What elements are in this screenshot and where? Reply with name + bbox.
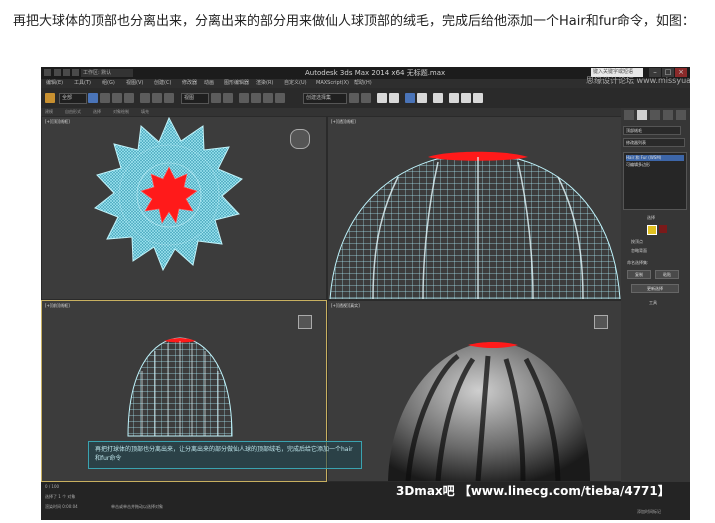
viewport-top[interactable]: [+][顶][线框] [41,116,327,300]
modify-tab-icon[interactable] [637,110,647,120]
reference-coord-dropdown[interactable]: 视图 [181,93,209,104]
snap-icon[interactable] [239,93,249,103]
selection-filter-dropdown[interactable]: 全部 [59,93,87,104]
menu-item[interactable]: 创建(C) [154,79,171,88]
viewport-perspective-realistic[interactable]: [+][透视][真实] [327,300,623,482]
workspace-dropdown[interactable]: 工作区: 默认 [81,69,133,77]
ribbon-tab[interactable]: 建模 [45,108,53,116]
render-time: 渲染时间 0:00:04 [45,504,78,509]
copy-button[interactable]: 复制 [627,270,651,279]
select-object-icon[interactable] [88,93,98,103]
rect-selection-icon[interactable] [112,93,122,103]
viewcube-icon[interactable] [298,315,312,329]
move-icon[interactable] [140,93,150,103]
brand-watermark: 3Dmax吧 【www.linecg.com/tieba/4771】 [396,484,670,498]
utilities-tab-icon[interactable] [676,110,686,120]
cactus-dome-wire [329,151,621,299]
menu-item[interactable]: 视图(V) [126,79,143,88]
vertex-select-icon[interactable] [647,225,657,235]
window-crossing-icon[interactable] [124,93,134,103]
menu-item[interactable]: 自定义(U) [284,79,307,88]
ribbon-tab[interactable]: 自由形式 [65,108,81,116]
tools-rollout-header[interactable]: 工具 [649,300,657,306]
undo-icon[interactable] [45,93,55,103]
layer-manager-icon[interactable] [377,93,387,103]
menu-item[interactable]: 工具(T) [74,79,91,88]
3dsmax-screenshot: 工作区: 默认 Autodesk 3ds Max 2014 x64 无标题.ma… [41,67,690,520]
keyboard-shortcut-icon[interactable] [223,93,233,103]
cactus-render [388,342,590,481]
motion-tab-icon[interactable] [663,110,673,120]
selection-count: 选择了 1 个 对象 [45,494,76,499]
percent-snap-icon[interactable] [263,93,273,103]
modifier-item[interactable]: Hair 和 Fur (WSM) [626,155,684,161]
article-caption: 再把大球体的顶部也分离出来，分离出来的部分用来做仙人球顶部的绒毛，完成后给他添加… [13,14,695,29]
render-production-icon[interactable] [473,93,483,103]
status-bar: 0 / 100 选择了 1 个 对象 渲染时间 0:00:04 单击或单击并拖动… [41,482,690,520]
menu-item[interactable]: 动画 [204,79,214,88]
viewcube-icon[interactable] [290,129,310,149]
timeline-counter[interactable]: 0 / 100 [45,484,59,489]
status-prompt: 单击或单击并拖动以选择对象 [111,504,163,509]
main-toolbar: 全部 视图 创建选择集 [41,88,690,109]
viewcube-icon[interactable] [594,315,608,329]
command-panel: 顶部绒毛 修改器列表 Hair 和 Fur (WSM) 可编辑多边形 选择 按顶… [621,108,690,508]
mirror-icon[interactable] [349,93,359,103]
menu-item[interactable]: 渲染(R) [256,79,273,88]
menu-item[interactable]: MAXScript(X) [316,79,349,88]
site-watermark: 思缘设计论坛 www.missyuan.com [586,76,690,85]
update-selection-button[interactable]: 更新选择 [631,284,679,293]
viewport-perspective-wire[interactable]: [+][透][线框] [327,116,623,300]
object-name-field[interactable]: 顶部绒毛 [623,126,681,135]
by-vertex-checkbox[interactable]: 按顶点 [631,239,643,245]
menu-item[interactable]: 组(G) [102,79,115,88]
named-selection-label: 命名选择集: [627,260,649,265]
rotate-icon[interactable] [152,93,162,103]
named-selection-dropdown[interactable]: 创建选择集 [303,93,347,104]
render-setup-icon[interactable] [449,93,459,103]
menu-item[interactable]: 图形编辑器 [224,79,249,88]
window-title: Autodesk 3ds Max 2014 x64 无标题.max [305,69,446,77]
angle-snap-icon[interactable] [251,93,261,103]
material-editor-icon[interactable] [433,93,443,103]
graphite-toggle-icon[interactable] [389,93,399,103]
schematic-view-icon[interactable] [417,93,427,103]
select-by-name-icon[interactable] [100,93,110,103]
pivot-icon[interactable] [211,93,221,103]
hierarchy-tab-icon[interactable] [650,110,660,120]
menu-item[interactable]: 帮助(H) [354,79,372,88]
rendered-frame-icon[interactable] [461,93,471,103]
ignore-backfacing-checkbox[interactable]: 忽略背面 [631,248,647,254]
modifier-item[interactable]: 可编辑多边形 [626,162,684,168]
ribbon-tab[interactable]: 填充 [141,108,149,116]
app-logo-icon[interactable] [44,69,51,76]
add-time-tag-button[interactable]: 添加时间标记 [637,509,661,515]
menu-item[interactable]: 修改器 [182,79,197,88]
paste-button[interactable]: 粘贴 [655,270,679,279]
curve-editor-icon[interactable] [405,93,415,103]
align-icon[interactable] [361,93,371,103]
new-file-icon[interactable] [54,69,61,76]
save-file-icon[interactable] [72,69,79,76]
scale-icon[interactable] [164,93,174,103]
strand-select-icon[interactable] [659,225,667,233]
menu-item[interactable]: 编辑(E) [46,79,63,88]
ribbon-tab[interactable]: 选择 [93,108,101,116]
ribbon-tab[interactable]: 对象绘制 [113,108,129,116]
cactus-top-view [94,117,243,272]
ribbon-tabs: 建模 自由形式 选择 对象绘制 填充 [41,108,621,116]
subtitle-box: 再把打球体的顶部也分离出来，让分离出来的部分做仙人球的顶部绒毛，完成后给它添加一… [88,441,362,469]
open-file-icon[interactable] [63,69,70,76]
create-tab-icon[interactable] [624,110,634,120]
spinner-snap-icon[interactable] [275,93,285,103]
modifier-list-dropdown[interactable]: 修改器列表 [623,138,685,147]
modifier-stack: Hair 和 Fur (WSM) 可编辑多边形 [623,152,687,210]
selection-rollout-header[interactable]: 选择 [647,215,655,221]
